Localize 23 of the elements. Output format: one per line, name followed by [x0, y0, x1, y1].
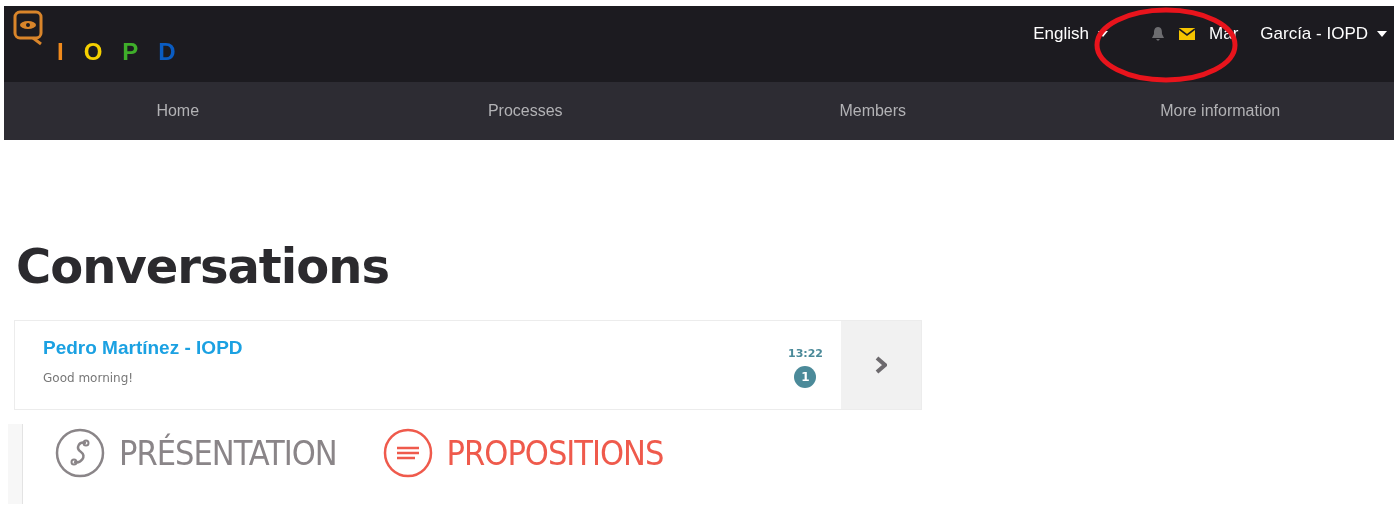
- language-dropdown[interactable]: English: [1033, 24, 1110, 44]
- section-tab[interactable]: PRÉSENTATION: [55, 424, 337, 482]
- list-lines-icon: [382, 428, 433, 478]
- nav-link[interactable]: More information: [1046, 102, 1394, 120]
- bell-icon[interactable]: [1151, 26, 1166, 42]
- chevron-right-icon: [875, 356, 887, 374]
- unread-count-badge: 1: [794, 366, 817, 388]
- page-title: Conversations: [16, 238, 390, 294]
- nav-link[interactable]: Processes: [351, 102, 699, 120]
- chat-bubble-logo-icon: [13, 10, 45, 46]
- message-time: 13:22: [788, 347, 823, 360]
- swirl-icon: [55, 428, 105, 478]
- envelope-icon[interactable]: [1179, 28, 1196, 40]
- caret-icon: [1097, 30, 1110, 38]
- nav-link[interactable]: Members: [699, 102, 1047, 120]
- section-tab[interactable]: PROPOSITIONS: [382, 424, 664, 482]
- caret-icon: [1376, 30, 1388, 38]
- logo-letter: O: [83, 38, 103, 66]
- message-preview: Good morning!: [43, 371, 135, 385]
- logo-letter: D: [158, 38, 176, 66]
- nav-link[interactable]: Home: [4, 102, 352, 120]
- logo-letter: P: [122, 38, 139, 66]
- logo-letter: I: [57, 38, 64, 66]
